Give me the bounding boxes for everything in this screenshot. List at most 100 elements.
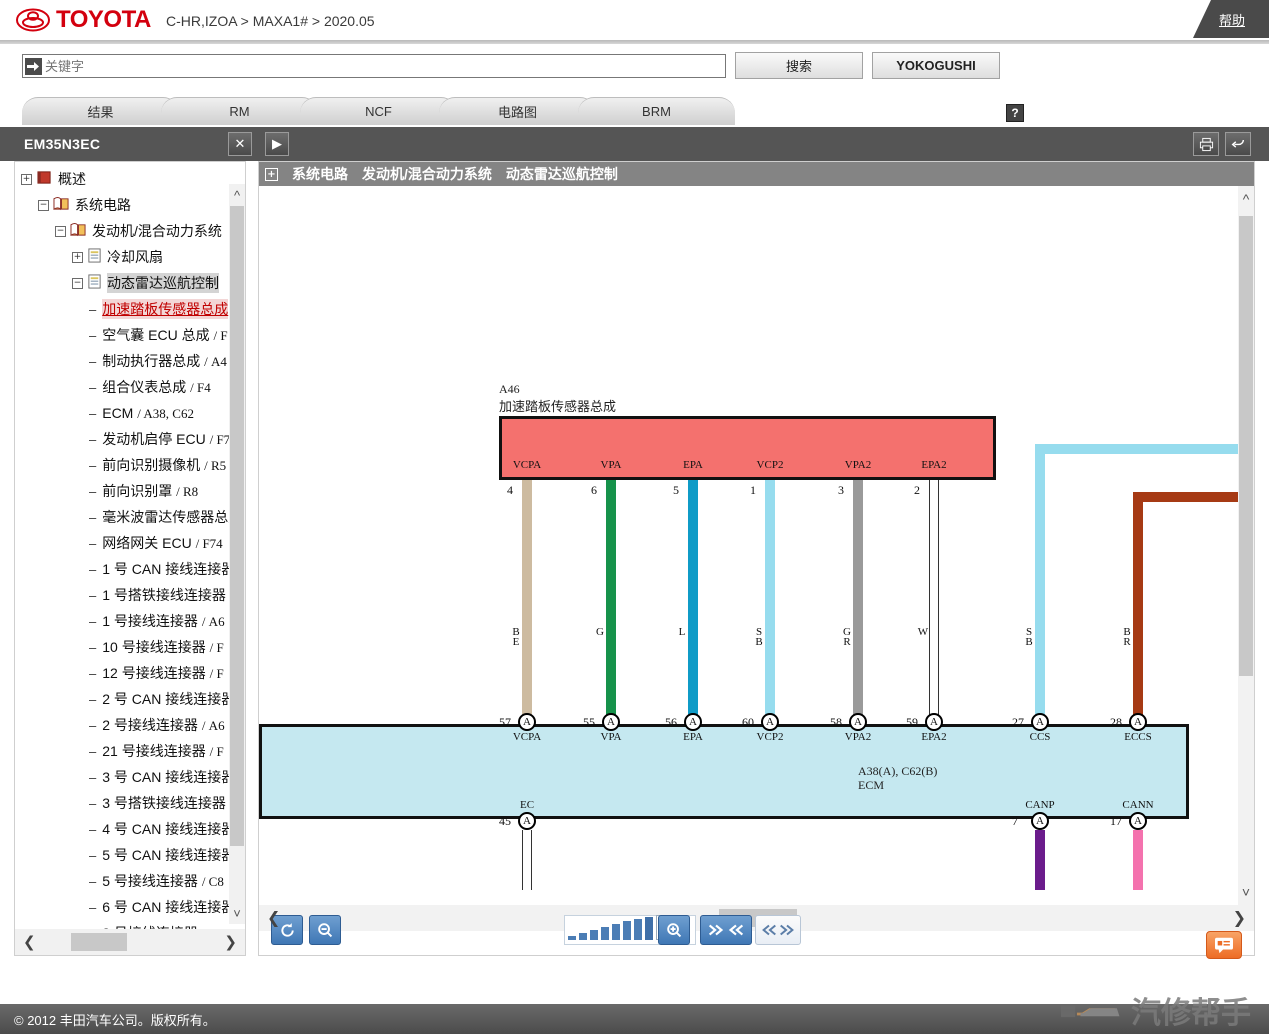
nav-tree-leaf-3[interactable]: – 组合仪表总成 / F4 bbox=[15, 374, 231, 400]
wire-code-EPA2: W bbox=[917, 626, 929, 636]
search-bar: 搜索 YOKOGUSHI ? bbox=[0, 44, 1269, 122]
nav-tree: + 概述 − 系统电路 − 发动机/混合动力系统 + 冷却风扇 − 动态雷达巡航控制 – 加速踏板传感… bbox=[15, 166, 242, 946]
scrollbar-thumb[interactable] bbox=[230, 206, 244, 846]
print-icon[interactable] bbox=[1193, 132, 1219, 156]
sidebar-horizontal-scrollbar[interactable]: ❮ ❯ bbox=[15, 929, 245, 955]
scrollbar-thumb[interactable] bbox=[71, 933, 127, 951]
search-field-wrapper[interactable] bbox=[22, 54, 726, 78]
nav-tree-leaf-7[interactable]: – 前向识别罩 / R8 bbox=[15, 478, 231, 504]
return-arrow-icon[interactable] bbox=[1225, 132, 1251, 156]
nav-tree-leaf-4[interactable]: – ECM / A38, C62 bbox=[15, 400, 231, 426]
nav-tree-leaf-0[interactable]: – 加速踏板传感器总成 bbox=[15, 296, 231, 322]
zoom-out-icon[interactable] bbox=[309, 915, 341, 945]
nav-tree-node-2[interactable]: − 发动机/混合动力系统 bbox=[15, 218, 231, 244]
tree-expander-icon[interactable]: + bbox=[21, 173, 32, 185]
scroll-down-icon[interactable]: ˅ bbox=[1238, 879, 1254, 905]
nav-tree-node-1[interactable]: − 系统电路 bbox=[15, 192, 231, 218]
pin-number-ECM-45: 45 bbox=[499, 814, 511, 828]
pin-ECM-7[interactable]: A bbox=[1031, 812, 1049, 830]
component-id-A46: A46 bbox=[499, 382, 520, 396]
nav-tree-node-0[interactable]: + 概述 bbox=[15, 166, 231, 192]
collapse-icon[interactable] bbox=[700, 915, 752, 945]
nav-tree-leaf-16[interactable]: –2 号接线连接器 / A6 bbox=[15, 712, 231, 738]
wire-EPA bbox=[688, 480, 698, 724]
nav-tree-leaf-2[interactable]: – 制动执行器总成 / A4 bbox=[15, 348, 231, 374]
component-name-ECM: ECM bbox=[858, 778, 885, 792]
nav-tree-leaf-11[interactable]: –1 号搭铁接线连接器 bbox=[15, 582, 231, 608]
nav-tree-leaf-15[interactable]: –2 号 CAN 接线连接器 bbox=[15, 686, 235, 712]
help-button[interactable]: 帮助 bbox=[1192, 0, 1269, 38]
nav-tree-node-4[interactable]: − 动态雷达巡航控制 bbox=[15, 270, 231, 296]
closed-book-icon bbox=[36, 170, 53, 188]
scroll-up-icon[interactable]: ^ bbox=[229, 184, 245, 206]
nav-tree-leaf-9[interactable]: – 网络网关 ECU / F74 bbox=[15, 530, 231, 556]
pin-ECM-59[interactable]: A bbox=[925, 713, 943, 731]
nav-tree-node-3[interactable]: + 冷却风扇 bbox=[15, 244, 231, 270]
leaf-dash: – bbox=[89, 301, 97, 317]
diagram-vertical-scrollbar[interactable]: ^ ˅ bbox=[1238, 186, 1254, 905]
nav-tree-leaf-21[interactable]: –5 号 CAN 接线连接器 bbox=[15, 842, 235, 868]
tree-expander-icon[interactable]: − bbox=[72, 277, 83, 289]
tab-results[interactable]: 结果 bbox=[22, 97, 179, 125]
expand-icon[interactable] bbox=[755, 915, 801, 945]
pin-ECM-17[interactable]: A bbox=[1129, 812, 1147, 830]
scroll-down-icon[interactable]: ˅ bbox=[229, 902, 245, 924]
nav-tree-leaf-label: 网络网关 ECU / F74 bbox=[102, 535, 223, 551]
nav-tree-leaf-14[interactable]: –12 号接线连接器 / F bbox=[15, 660, 231, 686]
pin-ECM-58[interactable]: A bbox=[849, 713, 867, 731]
pin-ECM-27[interactable]: A bbox=[1031, 713, 1049, 731]
nav-tree-leaf-13[interactable]: –10 号接线连接器 / F bbox=[15, 634, 231, 660]
pin-ECM-55[interactable]: A bbox=[602, 713, 620, 731]
pin-ECM-45[interactable]: A bbox=[518, 812, 536, 830]
pin-ECM-60[interactable]: A bbox=[761, 713, 779, 731]
tab-ncf[interactable]: NCF bbox=[300, 97, 457, 125]
nav-tree-leaf-12[interactable]: –1 号接线连接器 / A6 bbox=[15, 608, 231, 634]
feedback-icon[interactable] bbox=[1206, 931, 1242, 959]
pin-ECM-56[interactable]: A bbox=[684, 713, 702, 731]
scrollbar-thumb[interactable] bbox=[1239, 216, 1253, 676]
tab-circuit[interactable]: 电路图 bbox=[439, 97, 596, 125]
tree-expander-icon[interactable]: + bbox=[72, 251, 83, 263]
leaf-dash: – bbox=[89, 795, 97, 811]
expand-toggle-icon[interactable]: + bbox=[265, 167, 278, 181]
wire-EC bbox=[522, 830, 532, 890]
diagram-canvas[interactable]: A46 加速踏板传感器总成 VCPA VPA EPA VCP2 VPA2 EPA2 4 6 5 1 3 2… bbox=[259, 186, 1238, 905]
tab-rm[interactable]: RM bbox=[161, 97, 318, 125]
nav-tree-node-label: 概述 bbox=[58, 171, 86, 187]
search-button[interactable]: 搜索 bbox=[735, 52, 863, 79]
yokogushi-button[interactable]: YOKOGUSHI bbox=[872, 52, 1000, 79]
nav-tree-node-label: 冷却风扇 bbox=[107, 249, 163, 265]
scroll-right-icon[interactable]: ❯ bbox=[224, 933, 237, 951]
scroll-up-icon[interactable]: ^ bbox=[1238, 186, 1254, 212]
nav-tree-leaf-10[interactable]: –1 号 CAN 接线连接器 bbox=[15, 556, 235, 582]
nav-tree-leaf-17[interactable]: –21 号接线连接器 / F bbox=[15, 738, 231, 764]
scroll-left-icon[interactable]: ❮ bbox=[23, 933, 36, 951]
search-arrow-icon[interactable] bbox=[25, 57, 42, 75]
nav-tree-leaf-18[interactable]: –3 号 CAN 接线连接器 bbox=[15, 764, 235, 790]
zoom-in-icon[interactable] bbox=[658, 915, 690, 945]
nav-tree-leaf-23[interactable]: –6 号 CAN 接线连接器 bbox=[15, 894, 235, 920]
scroll-right-icon[interactable]: ❯ bbox=[1233, 908, 1246, 928]
next-document-button[interactable]: ▶ bbox=[265, 132, 289, 156]
tree-expander-icon[interactable]: − bbox=[38, 199, 49, 211]
nav-tree-leaf-22[interactable]: –5 号接线连接器 / C8 bbox=[15, 868, 231, 894]
scroll-left-icon[interactable]: ❮ bbox=[267, 908, 280, 928]
nav-tree-leaf-8[interactable]: – 毫米波雷达传感器总成 bbox=[15, 504, 242, 530]
leaf-dash: – bbox=[89, 587, 97, 603]
search-input[interactable] bbox=[42, 56, 725, 76]
terminal-label-A46-EPA: EPA bbox=[683, 459, 703, 471]
terminal-label-ECM-EPA: EPA bbox=[683, 731, 703, 743]
pin-ECM-28[interactable]: A bbox=[1129, 713, 1147, 731]
nav-tree-leaf-5[interactable]: – 发动机启停 ECU / F7 bbox=[15, 426, 231, 452]
close-document-button[interactable]: ✕ bbox=[228, 132, 252, 156]
nav-tree-leaf-1[interactable]: – 空气囊 ECU 总成 / F bbox=[15, 322, 231, 348]
nav-tree-leaf-6[interactable]: – 前向识别摄像机 / R5 bbox=[15, 452, 231, 478]
tab-brm[interactable]: BRM bbox=[578, 97, 735, 125]
nav-tree-leaf-19[interactable]: –3 号搭铁接线连接器 bbox=[15, 790, 231, 816]
nav-tree-leaf-20[interactable]: –4 号 CAN 接线连接器 bbox=[15, 816, 235, 842]
leaf-dash: – bbox=[89, 821, 97, 837]
leaf-dash: – bbox=[89, 717, 97, 733]
pin-ECM-57[interactable]: A bbox=[518, 713, 536, 731]
sidebar-vertical-scrollbar[interactable]: ^ ˅ bbox=[229, 184, 245, 924]
tree-expander-icon[interactable]: − bbox=[55, 225, 66, 237]
